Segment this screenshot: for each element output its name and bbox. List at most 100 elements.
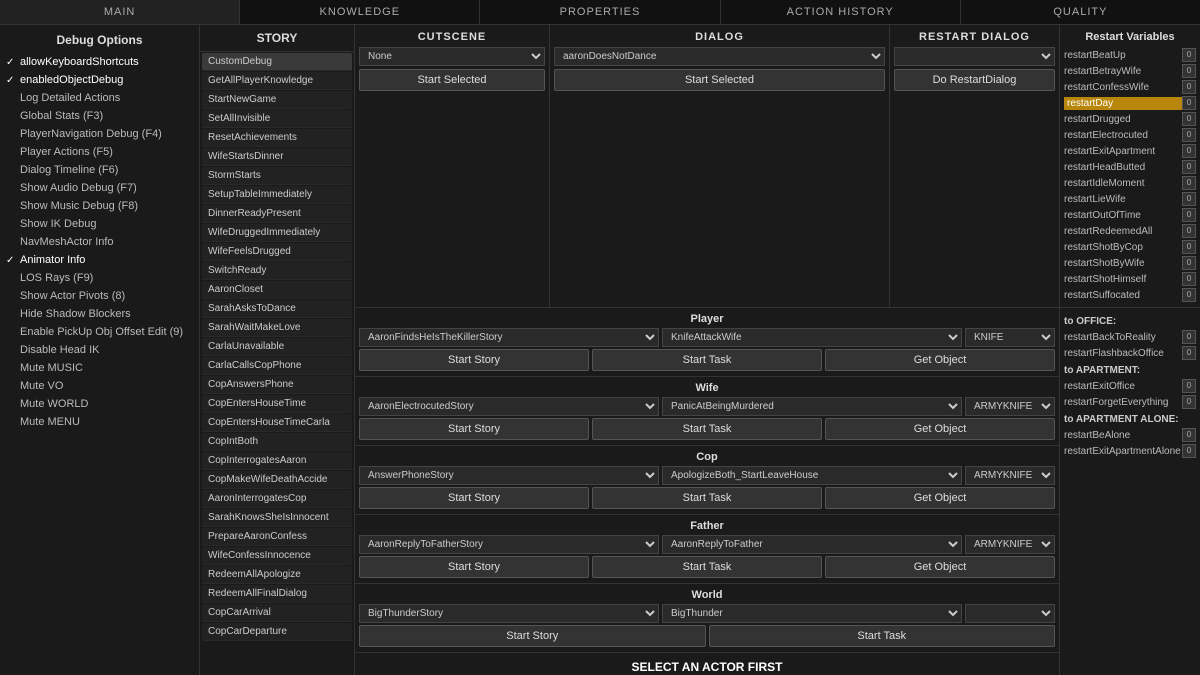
char-btn-get-object[interactable]: Get Object	[825, 418, 1055, 440]
story-item[interactable]: SwitchReady	[202, 262, 352, 280]
left-item-mute-music[interactable]: Mute MUSIC	[0, 359, 199, 377]
story-item[interactable]: PrepareAaronConfess	[202, 528, 352, 546]
restart-var-btn[interactable]: 0	[1182, 112, 1196, 126]
nav-main[interactable]: MAIN	[0, 0, 240, 24]
left-item-global-stats-(f3)[interactable]: Global Stats (F3)	[0, 107, 199, 125]
restart-var-btn[interactable]: 0	[1182, 444, 1196, 458]
char-btn-start-story[interactable]: Start Story	[359, 556, 589, 578]
restart-var-btn[interactable]: 0	[1182, 346, 1196, 360]
char-dropdown-0[interactable]: BigThunderStory	[359, 604, 659, 623]
left-item-playernavigation-debug-(f4)[interactable]: PlayerNavigation Debug (F4)	[0, 125, 199, 143]
char-btn-get-object[interactable]: Get Object	[825, 487, 1055, 509]
story-item[interactable]: CustomDebug	[202, 53, 352, 71]
char-dropdown-1[interactable]: ApologizeBoth_StartLeaveHouse	[662, 466, 962, 485]
char-dropdown-2[interactable]: KNIFE	[965, 328, 1055, 347]
story-item[interactable]: RedeemAllFinalDialog	[202, 585, 352, 603]
char-btn-start-story[interactable]: Start Story	[359, 418, 589, 440]
left-item-show-actor-pivots-(8)[interactable]: Show Actor Pivots (8)	[0, 287, 199, 305]
restart-var-btn[interactable]: 0	[1182, 144, 1196, 158]
left-item-enable-pickup-obj-offset-edit-(9)[interactable]: Enable PickUp Obj Offset Edit (9)	[0, 323, 199, 341]
story-item[interactable]: CopEntersHouseTime	[202, 395, 352, 413]
story-item[interactable]: CopMakeWifeDeathAccide	[202, 471, 352, 489]
story-item[interactable]: CopAnswersPhone	[202, 376, 352, 394]
restart-var-btn[interactable]: 0	[1182, 192, 1196, 206]
char-dropdown-0[interactable]: AaronFindsHeIsTheKillerStory	[359, 328, 659, 347]
restart-var-btn[interactable]: 0	[1182, 96, 1196, 110]
story-item[interactable]: SarahWaitMakeLove	[202, 319, 352, 337]
restart-var-btn[interactable]: 0	[1182, 272, 1196, 286]
left-item-allowkeyboardshortcuts[interactable]: ✓allowKeyboardShortcuts	[0, 53, 199, 71]
story-item[interactable]: WifeFeelsDrugged	[202, 243, 352, 261]
dialog-start-btn[interactable]: Start Selected	[554, 69, 885, 91]
left-item-mute-world[interactable]: Mute WORLD	[0, 395, 199, 413]
story-item[interactable]: CarlaUnavailable	[202, 338, 352, 356]
restart-var-btn[interactable]: 0	[1182, 48, 1196, 62]
char-btn-start-task[interactable]: Start Task	[592, 556, 822, 578]
story-item[interactable]: CopCarDeparture	[202, 623, 352, 641]
left-item-log-detailed-actions[interactable]: Log Detailed Actions	[0, 89, 199, 107]
restart-var-btn[interactable]: 0	[1182, 379, 1196, 393]
restart-var-btn[interactable]: 0	[1182, 288, 1196, 302]
char-dropdown-1[interactable]: KnifeAttackWife	[662, 328, 962, 347]
restart-var-btn[interactable]: 0	[1182, 176, 1196, 190]
char-dropdown-1[interactable]: PanicAtBeingMurdered	[662, 397, 962, 416]
story-item[interactable]: SarahAsksToDance	[202, 300, 352, 318]
left-item-player-actions-(f5)[interactable]: Player Actions (F5)	[0, 143, 199, 161]
left-item-hide-shadow-blockers[interactable]: Hide Shadow Blockers	[0, 305, 199, 323]
nav-action-history[interactable]: ACTION HISTORY	[721, 0, 961, 24]
left-item-los-rays-(f9)[interactable]: LOS Rays (F9)	[0, 269, 199, 287]
char-btn-start-task[interactable]: Start Task	[709, 625, 1056, 647]
restart-var-btn[interactable]: 0	[1182, 240, 1196, 254]
story-item[interactable]: StartNewGame	[202, 91, 352, 109]
char-dropdown-2[interactable]: ARMYKNIFE	[965, 397, 1055, 416]
char-btn-start-task[interactable]: Start Task	[592, 487, 822, 509]
story-item[interactable]: ResetAchievements	[202, 129, 352, 147]
left-item-dialog-timeline-(f6)[interactable]: Dialog Timeline (F6)	[0, 161, 199, 179]
left-item-enabledobjectdebug[interactable]: ✓enabledObjectDebug	[0, 71, 199, 89]
story-item[interactable]: WifeConfessInnocence	[202, 547, 352, 565]
story-item[interactable]: CarlaCallsCopPhone	[202, 357, 352, 375]
char-btn-start-story[interactable]: Start Story	[359, 625, 706, 647]
story-item[interactable]: WifeStartsDinner	[202, 148, 352, 166]
nav-quality[interactable]: QUALITY	[961, 0, 1200, 24]
char-btn-start-task[interactable]: Start Task	[592, 349, 822, 371]
story-item[interactable]: StormStarts	[202, 167, 352, 185]
char-dropdown-2[interactable]: ARMYKNIFE	[965, 535, 1055, 554]
char-dropdown-0[interactable]: AaronReplyToFatherStory	[359, 535, 659, 554]
left-item-mute-vo[interactable]: Mute VO	[0, 377, 199, 395]
cutscene-start-btn[interactable]: Start Selected	[359, 69, 545, 91]
cutscene-dropdown[interactable]: None	[359, 47, 545, 66]
restart-var-btn[interactable]: 0	[1182, 428, 1196, 442]
left-item-show-audio-debug-(f7)[interactable]: Show Audio Debug (F7)	[0, 179, 199, 197]
story-item[interactable]: CopCarArrival	[202, 604, 352, 622]
story-item[interactable]: WifeDruggedImmediately	[202, 224, 352, 242]
nav-properties[interactable]: PROPERTIES	[480, 0, 720, 24]
char-btn-start-story[interactable]: Start Story	[359, 349, 589, 371]
story-item[interactable]: SarahKnowsSheIsInnocent	[202, 509, 352, 527]
story-item[interactable]: DinnerReadyPresent	[202, 205, 352, 223]
char-dropdown-2[interactable]: ARMYKNIFE	[965, 466, 1055, 485]
restart-var-btn[interactable]: 0	[1182, 80, 1196, 94]
restart-var-btn[interactable]: 0	[1182, 256, 1196, 270]
restart-var-btn[interactable]: 0	[1182, 330, 1196, 344]
char-dropdown-0[interactable]: AaronElectrocutedStory	[359, 397, 659, 416]
story-item[interactable]: CopEntersHouseTimeCarla	[202, 414, 352, 432]
story-item[interactable]: CopIntBoth	[202, 433, 352, 451]
char-dropdown-1[interactable]: BigThunder	[662, 604, 962, 623]
restart-var-btn[interactable]: 0	[1182, 160, 1196, 174]
left-item-navmeshactor-info[interactable]: NavMeshActor Info	[0, 233, 199, 251]
char-btn-get-object[interactable]: Get Object	[825, 349, 1055, 371]
story-item[interactable]: AaronInterrogatesCop	[202, 490, 352, 508]
restart-var-btn[interactable]: 0	[1182, 64, 1196, 78]
story-item[interactable]: RedeemAllApologize	[202, 566, 352, 584]
char-dropdown-0[interactable]: AnswerPhoneStory	[359, 466, 659, 485]
char-dropdown-1[interactable]: AaronReplyToFather	[662, 535, 962, 554]
restart-var-btn[interactable]: 0	[1182, 128, 1196, 142]
restart-var-btn[interactable]: 0	[1182, 208, 1196, 222]
char-btn-start-story[interactable]: Start Story	[359, 487, 589, 509]
story-item[interactable]: GetAllPlayerKnowledge	[202, 72, 352, 90]
dialog-dropdown1[interactable]: aaronDoesNotDance	[554, 47, 885, 66]
char-btn-start-task[interactable]: Start Task	[592, 418, 822, 440]
char-dropdown-2[interactable]	[965, 604, 1055, 623]
story-item[interactable]: SetAllInvisible	[202, 110, 352, 128]
